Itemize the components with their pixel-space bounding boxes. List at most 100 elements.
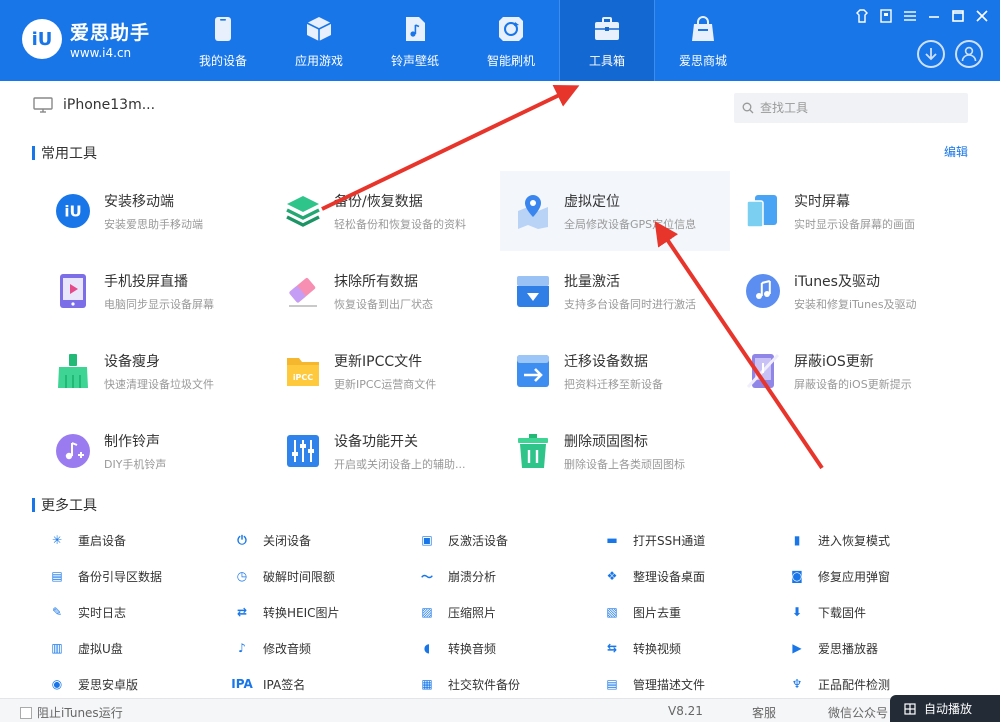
shopping-bag-icon [688,14,718,44]
refresh-icon [496,14,526,44]
main-nav: 我的设备 应用游戏 铃声壁纸 智能刷机 工具箱 爱思商城 [175,0,751,81]
nav-apps-games[interactable]: 应用游戏 [271,0,367,81]
more-tool-item[interactable]: ⇆ 转换视频 [603,630,788,666]
tool-device-switches[interactable]: 设备功能开关 开启或关闭设备上的辅助... [270,411,500,491]
deactivate-icon: ▣ [421,533,433,547]
switches-icon [284,432,322,470]
common-tools-grid: iU 安装移动端 安装爱思助手移动端 备份/恢复数据 轻松备份和恢复设备的资料 虚拟… [40,171,960,491]
wechat-link[interactable]: 微信公众号 [828,704,888,721]
checkbox-icon [20,706,32,719]
version-label: V8.21 [668,704,703,718]
more-tools-grid: ✳ 重启设备 ⏻ 关闭设备 ▣ 反激活设备 ▬ 打开SSH通道 ▮ 进入恢复模式 ▤ 备份引导区数据 ◷… [48,522,978,702]
more-tool-item[interactable]: ▧ 图片去重 [603,594,788,630]
maximize-icon[interactable] [950,8,966,24]
log-icon: ✎ [51,605,63,619]
firmware-icon: ⬇ [791,605,803,619]
tool-device-slim[interactable]: 设备瘦身 快速清理设备垃圾文件 [40,331,270,411]
search-icon [742,102,754,114]
block-itunes-label: 阻止iTunes运行 [37,706,123,720]
nav-toolbox[interactable]: 工具箱 [559,0,655,81]
tool-virtual-location[interactable]: 虚拟定位 全局修改设备GPS定位信息 [500,171,730,251]
customer-service-link[interactable]: 客服 [752,704,776,721]
more-tool-item[interactable]: ❖ 整理设备桌面 [603,558,788,594]
autoplay-button[interactable]: 自动播放 [890,695,1000,722]
tool-itunes-drivers[interactable]: iTunes及驱动 安装和修复iTunes及驱动 [730,251,960,331]
location-pin-icon [514,192,552,230]
tool-batch-activate[interactable]: 批量激活 支持多台设备同时进行激活 [500,251,730,331]
audio-convert-icon: ◖ [423,641,431,655]
i4-app-icon: iU [54,192,92,230]
more-tool-item[interactable]: ⇄ 转换HEIC图片 [233,594,418,630]
recovery-icon: ▮ [793,533,801,547]
more-tool-label: 转换音频 [448,641,497,656]
backup-boot-icon: ▤ [51,569,63,583]
tool-delete-stubborn-icons[interactable]: 删除顽固图标 删除设备上各类顽固图标 [500,411,730,491]
more-tool-item[interactable]: ♪ 修改音频 [233,630,418,666]
screen-mirror-icon [744,192,782,230]
crash-icon: 〜 [420,569,433,584]
device-selector[interactable]: iPhone13m... [33,97,155,113]
more-tool-item[interactable]: ▣ 反激活设备 [418,522,603,558]
search-input[interactable] [760,101,960,115]
menu-icon[interactable] [902,8,918,24]
more-tool-item[interactable]: IPA IPA签名 [231,666,418,702]
more-tool-item[interactable]: ▦ 社交软件备份 [418,666,603,702]
tool-migrate-data[interactable]: 迁移设备数据 把资料迁移至新设备 [500,331,730,411]
tool-block-ios-update[interactable]: 屏蔽iOS更新 屏蔽设备的iOS更新提示 [730,331,960,411]
grid-icon [904,702,916,715]
social-backup-icon: ▦ [421,677,433,691]
nav-i4-store[interactable]: 爱思商城 [655,0,751,81]
eraser-icon [284,272,322,310]
ipcc-folder-icon: iPCC [284,352,322,390]
more-tool-item[interactable]: ▬ 打开SSH通道 [603,522,788,558]
device-name: iPhone13m... [63,97,156,113]
more-tool-label: 社交软件备份 [448,677,521,692]
tool-make-ringtone[interactable]: 制作铃声 DIY手机铃声 [40,411,270,491]
more-tool-label: 备份引导区数据 [78,569,163,584]
more-tool-item[interactable]: ▥ 虚拟U盘 [48,630,233,666]
tool-realtime-screen[interactable]: 实时屏幕 实时显示设备屏幕的画面 [730,171,960,251]
more-tool-item[interactable]: ◖ 转换音频 [418,630,603,666]
svg-text:iU: iU [64,203,81,221]
tool-update-ipcc[interactable]: iPCC 更新IPCC文件 更新IPCC运营商文件 [270,331,500,411]
tool-backup-restore[interactable]: 备份/恢复数据 轻松备份和恢复设备的资料 [270,171,500,251]
fix-popup-icon: ◙ [791,569,803,583]
more-tool-item[interactable]: ◷ 破解时间限额 [233,558,418,594]
nav-ringtones-wallpapers[interactable]: 铃声壁纸 [367,0,463,81]
more-tool-item[interactable]: ▤ 管理描述文件 [603,666,788,702]
screen-cast-icon [54,272,92,310]
more-tool-label: 爱思安卓版 [78,677,139,692]
grid-icon: ❖ [606,569,618,583]
more-tool-item[interactable]: ⬇ 下载固件 [788,594,973,630]
skin-icon[interactable] [854,8,870,24]
more-tool-item[interactable]: ✎ 实时日志 [48,594,233,630]
more-tool-item[interactable]: ◙ 修复应用弹窗 [788,558,973,594]
user-avatar-icon[interactable] [955,40,983,68]
more-tool-item[interactable]: ▨ 压缩照片 [418,594,603,630]
edit-link[interactable]: 编辑 [944,143,968,160]
nav-my-device[interactable]: 我的设备 [175,0,271,81]
search-box[interactable] [734,93,968,123]
tool-install-mobile[interactable]: iU 安装移动端 安装爱思助手移动端 [40,171,270,251]
tool-erase-all-data[interactable]: 抹除所有数据 恢复设备到出厂状态 [270,251,500,331]
more-tool-label: 崩溃分析 [448,569,497,584]
more-tool-label: 实时日志 [78,605,127,620]
download-icon[interactable] [917,40,945,68]
nav-smart-flash[interactable]: 智能刷机 [463,0,559,81]
block-itunes-checkbox[interactable]: 阻止iTunes运行 [20,704,123,721]
tool-screen-cast[interactable]: 手机投屏直播 电脑同步显示设备屏幕 [40,251,270,331]
more-tool-item[interactable]: ▮ 进入恢复模式 [788,522,973,558]
layers-icon [284,192,322,230]
video-convert-icon: ⇆ [606,641,618,655]
feedback-icon[interactable] [878,8,894,24]
more-tool-item[interactable]: ▶ 爱思播放器 [788,630,973,666]
more-tool-item[interactable]: ✳ 重启设备 [48,522,233,558]
audio-edit-icon: ♪ [238,641,246,655]
more-tool-item[interactable]: ▤ 备份引导区数据 [48,558,233,594]
minimize-icon[interactable] [926,8,942,24]
more-tool-item[interactable]: 〜崩溃分析 [418,558,603,594]
android-icon: ◉ [51,677,63,691]
close-icon[interactable] [974,8,990,24]
more-tool-item[interactable]: ⏻ 关闭设备 [233,522,418,558]
more-tool-item[interactable]: ◉ 爱思安卓版 [48,666,233,702]
